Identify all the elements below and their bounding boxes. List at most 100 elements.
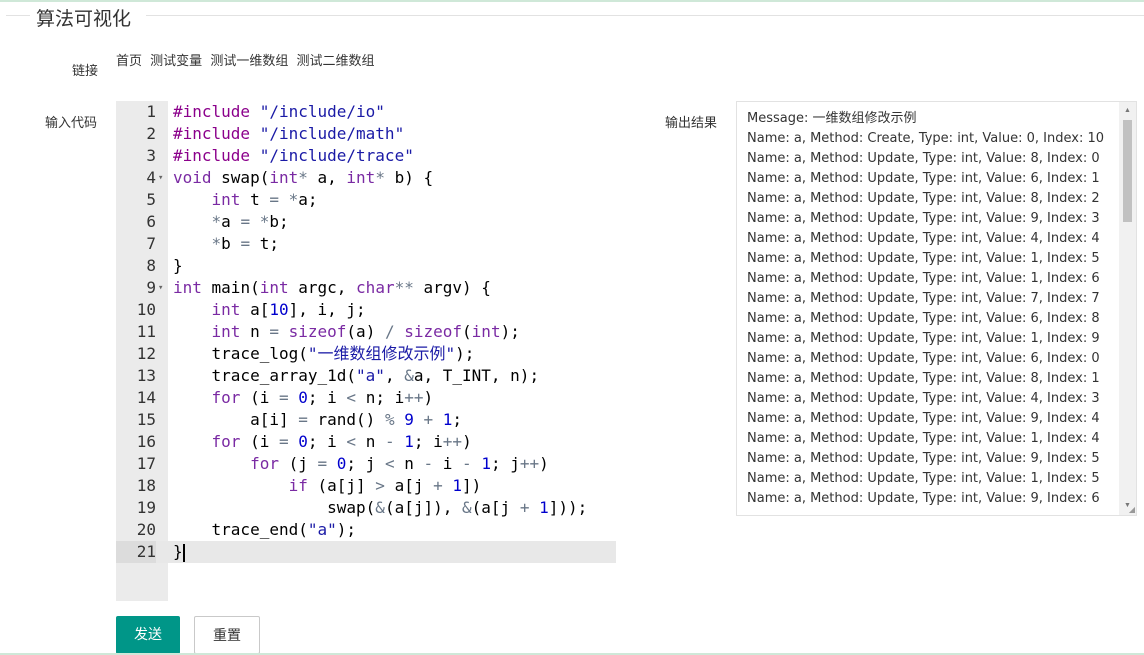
output-line: Name: a, Method: Update, Type: int, Valu… bbox=[747, 371, 1100, 386]
code-line[interactable]: 13 trace_array_1d("a", &a, T_INT, n); bbox=[116, 365, 616, 387]
line-number: 15 bbox=[136, 410, 156, 429]
output-line: Name: a, Method: Update, Type: int, Valu… bbox=[747, 151, 1100, 166]
output-line: Name: a, Method: Update, Type: int, Valu… bbox=[747, 431, 1100, 446]
link-test-variable[interactable]: 测试变量 bbox=[150, 54, 202, 69]
fold-toggle-icon[interactable]: ▾ bbox=[158, 167, 163, 189]
code-line[interactable]: 19 swap(&(a[j]), &(a[j + 1])); bbox=[116, 497, 616, 519]
link-test-2d-array[interactable]: 测试二维数组 bbox=[296, 54, 374, 69]
line-number: 10 bbox=[136, 300, 156, 319]
line-number: 13 bbox=[136, 366, 156, 385]
output-panel[interactable]: Message: 一维数组修改示例 Name: a, Method: Create… bbox=[736, 101, 1137, 516]
fieldset-border-left bbox=[6, 15, 30, 16]
scroll-thumb[interactable] bbox=[1123, 120, 1132, 222]
code-line[interactable]: 6 *a = *b; bbox=[116, 211, 616, 233]
code-line[interactable]: 11 int n = sizeof(a) / sizeof(int); bbox=[116, 321, 616, 343]
line-number: 2 bbox=[146, 124, 156, 143]
output-line: Name: a, Method: Update, Type: int, Valu… bbox=[747, 331, 1100, 346]
code-line[interactable]: 18 if (a[j] > a[j + 1]) bbox=[116, 475, 616, 497]
line-number: 5 bbox=[146, 190, 156, 209]
code-line[interactable]: 15 a[i] = rand() % 9 + 1; bbox=[116, 409, 616, 431]
code-text: } bbox=[173, 256, 183, 275]
code-text: #include "/include/math" bbox=[173, 124, 405, 143]
code-line[interactable]: 4 ▾ void swap(int* a, int* b) { bbox=[116, 167, 616, 189]
page-title: 算法可视化 bbox=[36, 8, 132, 30]
code-text: int t = *a; bbox=[211, 190, 318, 209]
code-text: } bbox=[173, 542, 185, 562]
resize-grip-icon[interactable]: ◢ bbox=[1129, 505, 1135, 514]
code-line[interactable]: 8} bbox=[116, 255, 616, 277]
reset-button[interactable]: 重置 bbox=[194, 616, 260, 654]
links-nav: 首页 测试变量 测试一维数组 测试二维数组 bbox=[116, 50, 378, 69]
output-line: Name: a, Method: Update, Type: int, Valu… bbox=[747, 351, 1100, 366]
output-line: Name: a, Method: Create, Type: int, Valu… bbox=[747, 131, 1104, 146]
code-line[interactable]: 16 for (i = 0; i < n - 1; i++) bbox=[116, 431, 616, 453]
line-number: 4 bbox=[146, 168, 156, 187]
output-line: Name: a, Method: Update, Type: int, Valu… bbox=[747, 171, 1100, 186]
line-number: 20 bbox=[136, 520, 156, 539]
text-cursor bbox=[182, 543, 185, 562]
output-line: Name: a, Method: Update, Type: int, Valu… bbox=[747, 491, 1100, 506]
code-text: swap(&(a[j]), &(a[j + 1])); bbox=[173, 498, 588, 517]
code-text: #include "/include/trace" bbox=[173, 146, 414, 165]
send-button[interactable]: 发送 bbox=[116, 616, 180, 654]
code-line[interactable]: 17 for (j = 0; j < n - i - 1; j++) bbox=[116, 453, 616, 475]
output-line: Name: a, Method: Update, Type: int, Valu… bbox=[747, 191, 1100, 206]
line-number: 3 bbox=[146, 146, 156, 165]
line-number: 17 bbox=[136, 454, 156, 473]
code-text: trace_end("a"); bbox=[173, 520, 357, 539]
scroll-up-icon[interactable]: ▲ bbox=[1123, 106, 1132, 116]
code-line[interactable]: 10 int a[10], i, j; bbox=[116, 299, 616, 321]
top-border bbox=[0, 0, 1144, 2]
code-text: void swap(int* a, int* b) { bbox=[173, 168, 434, 187]
output-line: Name: a, Method: Update, Type: int, Valu… bbox=[747, 271, 1100, 286]
code-line[interactable]: 5 int t = *a; bbox=[116, 189, 616, 211]
code-text: if (a[j] > a[j + 1]) bbox=[288, 476, 482, 495]
links-label: 链接 bbox=[72, 64, 99, 79]
code-text: #include "/include/io" bbox=[173, 102, 385, 121]
line-number: 16 bbox=[136, 432, 156, 451]
line-number: 18 bbox=[136, 476, 156, 495]
code-text: *a = *b; bbox=[211, 212, 289, 231]
output-label: 输出结果 bbox=[665, 116, 718, 131]
code-text: int main(int argc, char** argv) { bbox=[173, 278, 491, 297]
code-text: a[i] = rand() % 9 + 1; bbox=[173, 410, 463, 429]
output-line: Name: a, Method: Update, Type: int, Valu… bbox=[747, 211, 1100, 226]
fieldset-border-right bbox=[146, 15, 1144, 16]
output-line: Name: a, Method: Update, Type: int, Valu… bbox=[747, 251, 1100, 266]
code-line[interactable]: 3 #include "/include/trace" bbox=[116, 145, 616, 167]
link-home[interactable]: 首页 bbox=[116, 54, 142, 69]
code-line[interactable]: 21} bbox=[116, 541, 616, 563]
output-line: Name: a, Method: Update, Type: int, Valu… bbox=[747, 451, 1100, 466]
code-line[interactable]: 9 ▾ int main(int argc, char** argv) { bbox=[116, 277, 616, 299]
code-line[interactable]: 20 trace_end("a"); bbox=[116, 519, 616, 541]
code-text: trace_array_1d("a", &a, T_INT, n); bbox=[173, 366, 540, 385]
fold-toggle-icon[interactable]: ▾ bbox=[158, 277, 163, 299]
code-text: for (i = 0; i < n - 1; i++) bbox=[211, 432, 472, 451]
code-label: 输入代码 bbox=[45, 116, 98, 131]
code-line[interactable]: 14 for (i = 0; i < n; i++) bbox=[116, 387, 616, 409]
code-text: for (i = 0; i < n; i++) bbox=[211, 388, 434, 407]
line-number: 11 bbox=[136, 322, 156, 341]
line-number: 8 bbox=[146, 256, 156, 275]
code-line[interactable]: 1 #include "/include/io" bbox=[116, 101, 616, 123]
line-number: 19 bbox=[136, 498, 156, 517]
code-text: trace_log("一维数组修改示例"); bbox=[173, 344, 475, 363]
line-number: 9 bbox=[146, 278, 156, 297]
code-editor[interactable]: 1 #include "/include/io" 2 #include "/inclu… bbox=[116, 101, 616, 601]
link-test-1d-array[interactable]: 测试一维数组 bbox=[210, 54, 288, 69]
output-line: Name: a, Method: Update, Type: int, Valu… bbox=[747, 311, 1100, 326]
code-line[interactable]: 2 #include "/include/math" bbox=[116, 123, 616, 145]
output-line: Name: a, Method: Update, Type: int, Valu… bbox=[747, 391, 1100, 406]
line-number: 12 bbox=[136, 344, 156, 363]
output-line: Name: a, Method: Update, Type: int, Valu… bbox=[747, 411, 1100, 426]
code-line[interactable]: 7 *b = t; bbox=[116, 233, 616, 255]
code-text: for (j = 0; j < n - i - 1; j++) bbox=[250, 454, 549, 473]
output-line: Message: 一维数组修改示例 bbox=[747, 111, 917, 126]
line-number: 6 bbox=[146, 212, 156, 231]
code-line[interactable]: 12 trace_log("一维数组修改示例"); bbox=[116, 343, 616, 365]
line-number: 14 bbox=[136, 388, 156, 407]
output-line: Name: a, Method: Update, Type: int, Valu… bbox=[747, 231, 1100, 246]
line-number: 7 bbox=[146, 234, 156, 253]
code-text: int a[10], i, j; bbox=[211, 300, 366, 319]
line-number: 1 bbox=[146, 102, 156, 121]
